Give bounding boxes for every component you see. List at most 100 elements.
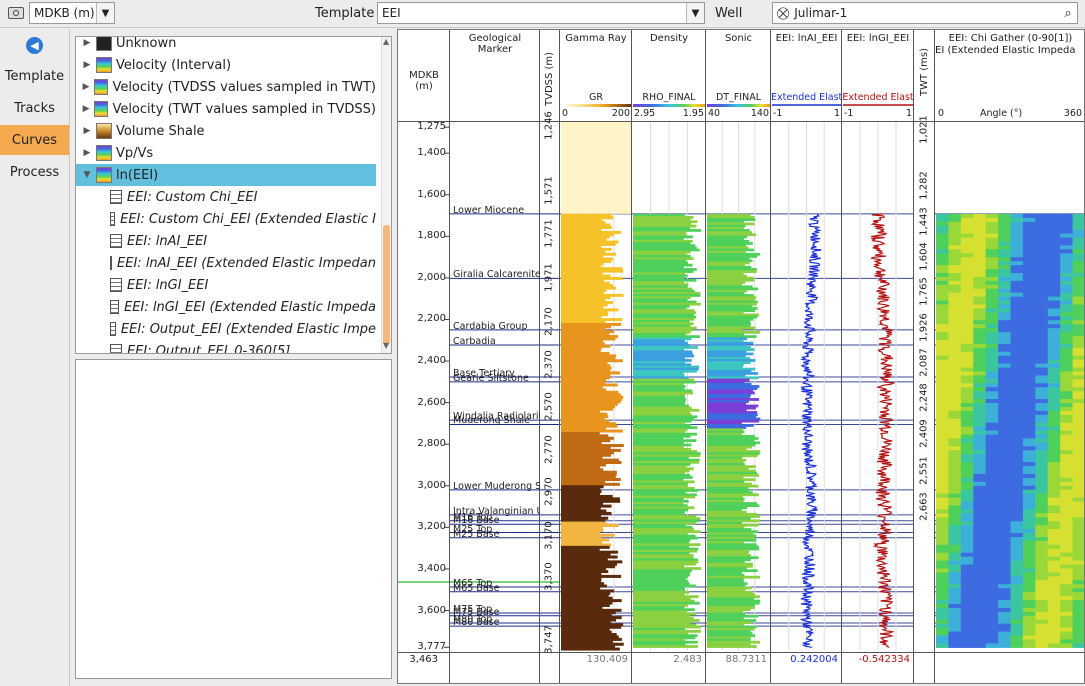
well-search-input[interactable]: ⛒ Julimar-1 ⌕ <box>772 2 1078 24</box>
lnai-scale-min: -1 <box>773 108 783 119</box>
tvdss-tick-label: 2,970 <box>543 477 555 506</box>
collapsed-icon[interactable]: ▶ <box>80 148 94 158</box>
tree-item-label: EEI: lnAI_EEI (Extended Elastic Impedan <box>117 255 376 271</box>
document-icon <box>110 322 116 336</box>
tvdss-tick-label: 1,571 <box>543 175 555 205</box>
template-select[interactable]: EEI ▼ <box>377 2 705 24</box>
colorbar-icon <box>96 37 112 51</box>
tree-curve-item[interactable]: EEI: lnAI_EEI (Extended Elastic Impedan <box>76 252 376 274</box>
dt-footer-value: 88.7311 <box>725 654 767 665</box>
document-icon <box>110 212 116 226</box>
tree-group-item[interactable]: ▶ Vp/Vs <box>76 142 376 164</box>
nav-template[interactable]: Template <box>0 61 69 91</box>
lngi-scale-max: 1 <box>905 108 912 119</box>
depth-unit-select[interactable]: MDKB (m) ▼ <box>29 2 115 24</box>
geological-marker-label[interactable]: Gearle Siltstone <box>453 373 540 384</box>
track-lngi[interactable] <box>842 30 914 683</box>
tree-curve-item[interactable]: EEI: lnGI_EEI <box>76 274 376 296</box>
collapsed-icon[interactable]: ▶ <box>80 60 94 70</box>
track-gr[interactable] <box>560 30 632 683</box>
expanded-icon[interactable]: ▼ <box>80 170 94 180</box>
twt-tick-label: 2,248 <box>918 383 930 413</box>
scroll-down-icon[interactable]: ▼ <box>383 341 389 350</box>
nav-tracks-label: Tracks <box>14 100 55 116</box>
lngi-footer-value: -0.542334 <box>858 654 910 665</box>
geological-marker-label[interactable]: Cardabia Group <box>453 321 540 332</box>
rho-scale-min: 2.95 <box>634 108 656 119</box>
gr-scale-min: 0 <box>562 108 569 119</box>
collapsed-icon[interactable]: ▶ <box>80 126 94 136</box>
scroll-up-icon[interactable]: ▲ <box>383 37 389 46</box>
tree-curve-item[interactable]: EEI: lnAI_EEI <box>76 230 376 252</box>
nav-template-label: Template <box>4 68 65 84</box>
tree-group-item[interactable]: ▶ Velocity (TWT values sampled in TVDSS) <box>76 98 376 120</box>
dt-curve-name: DT_FINAL <box>715 92 762 103</box>
geological-marker-label[interactable]: M65 Base <box>453 583 540 594</box>
chi-track-subtitle: EI (Extended Elastic Impeda <box>935 45 1076 56</box>
lngi-scale-min: -1 <box>844 108 854 119</box>
nav-process-label: Process <box>9 164 60 180</box>
left-navigation: ◀ Template Tracks Curves Process <box>0 29 70 686</box>
twt-tick-label: 1,926 <box>918 312 930 342</box>
tree-curve-item[interactable]: EEI: Custom Chi_EEI (Extended Elastic I <box>76 208 376 230</box>
tree-group-item[interactable]: ▶ Unknown <box>76 36 376 54</box>
tree-curve-item[interactable]: EEI: Custom Chi_EEI <box>76 186 376 208</box>
tree-item-label: Volume Shale <box>116 123 205 139</box>
tree-group-item[interactable]: ▶ Velocity (TVDSS values sampled in TWT) <box>76 76 376 98</box>
rho-track-title: Density <box>649 33 689 44</box>
twt-tick-label: 1,021 <box>918 115 930 145</box>
geological-marker-label[interactable]: Giralia Calcarenite <box>453 269 540 280</box>
nav-curves[interactable]: Curves <box>0 125 69 155</box>
geological-marker-label[interactable]: M80 Base <box>453 617 540 628</box>
collapsed-icon[interactable]: ▶ <box>80 38 94 48</box>
tvdss-title: TVDSS (m) <box>544 51 555 106</box>
template-label: Template <box>315 6 375 21</box>
document-icon <box>110 190 122 204</box>
tree-group-item[interactable]: ▶ Velocity (Interval) <box>76 54 376 76</box>
tree-group-item[interactable]: ▶ Volume Shale <box>76 120 376 142</box>
track-chi[interactable] <box>935 30 1084 683</box>
gr-track-title: Gamma Ray <box>565 33 627 44</box>
colorbar-icon <box>96 145 112 161</box>
lnai-scale-max: 1 <box>833 108 840 119</box>
geological-marker-label[interactable]: M25 Base <box>453 529 540 540</box>
geological-marker-label[interactable]: Lower Muderong S <box>453 481 540 492</box>
tvdss-tick-label: 2,370 <box>543 350 555 380</box>
chevron-down-icon[interactable]: ▼ <box>96 3 114 23</box>
tree-item-label: EEI: lnAI_EEI <box>127 233 208 249</box>
depth-footer-value: 3,463 <box>409 654 438 665</box>
depth-unit-value: MDKB (m) <box>34 6 95 20</box>
rho-scale-max: 1.95 <box>682 108 704 119</box>
track-dt[interactable] <box>706 30 771 683</box>
twt-tick-label: 2,663 <box>918 491 930 521</box>
twt-tick-label: 1,443 <box>918 206 930 236</box>
tree-group-item[interactable]: ▼ ln(EEI) <box>76 164 376 186</box>
tree-scrollbar-thumb[interactable] <box>383 225 390 345</box>
collapsed-icon[interactable]: ▶ <box>80 82 92 92</box>
depth-tick-label: 3,200 <box>417 521 446 533</box>
tree-curve-item[interactable]: EEI: Output_EEI (Extended Elastic Impe <box>76 318 376 340</box>
nav-process[interactable]: Process <box>0 157 69 187</box>
tree-curve-item[interactable]: EEI: lnGI_EEI (Extended Elastic Impeda <box>76 296 376 318</box>
tree-item-label: Unknown <box>116 36 177 51</box>
track-rho[interactable] <box>632 30 706 683</box>
back-arrow-icon[interactable]: ◀ <box>26 37 43 54</box>
geological-marker-label[interactable]: Carbadia <box>453 336 540 347</box>
tree-scrollbar[interactable]: ▲ ▼ <box>381 37 391 353</box>
depth-tick-label: 3,000 <box>417 479 446 491</box>
depth-tick-label: 3,777 <box>417 641 446 653</box>
chevron-down-icon[interactable]: ▼ <box>686 3 704 23</box>
camera-icon[interactable] <box>8 7 24 19</box>
document-icon <box>110 256 113 270</box>
track-lnai[interactable] <box>771 30 842 683</box>
geological-marker-label[interactable]: Lower Miocene <box>453 205 540 216</box>
lnai-curve-name: Extended Elast <box>771 92 843 103</box>
geological-marker-label[interactable]: Muderong Shale <box>453 415 540 426</box>
tree-curve-item[interactable]: EEI: Output_EEI_0-360[5] <box>76 340 376 353</box>
depth-tick-label: 1,800 <box>417 230 446 242</box>
collapsed-icon[interactable]: ▶ <box>80 104 92 114</box>
search-icon[interactable]: ⌕ <box>1059 3 1077 23</box>
chi-scale-max: 360 <box>1063 108 1082 119</box>
nav-tracks[interactable]: Tracks <box>0 93 69 123</box>
curve-tree: EEI: Output_EEI_0-360[5] EEI: Output_EEI … <box>75 36 392 354</box>
